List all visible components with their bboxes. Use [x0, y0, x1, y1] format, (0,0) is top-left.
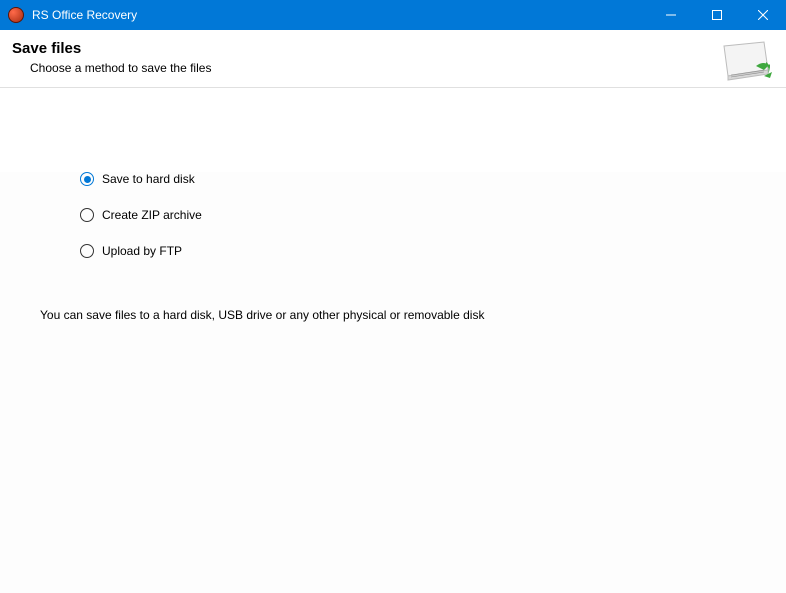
titlebar: RS Office Recovery: [0, 0, 786, 30]
app-title: RS Office Recovery: [32, 8, 137, 22]
page-subtitle: Choose a method to save the files: [30, 61, 774, 75]
wizard-header: Save files Choose a method to save the f…: [0, 30, 786, 87]
radio-create-zip[interactable]: Create ZIP archive: [80, 208, 774, 222]
option-description: You can save files to a hard disk, USB d…: [40, 308, 774, 322]
radio-icon: [80, 244, 94, 258]
radio-upload-ftp[interactable]: Upload by FTP: [80, 244, 774, 258]
radio-label: Upload by FTP: [102, 244, 182, 258]
header-separator: [0, 87, 786, 88]
radio-label: Create ZIP archive: [102, 208, 202, 222]
radio-label: Save to hard disk: [102, 172, 195, 186]
maximize-button[interactable]: [694, 0, 740, 30]
radio-icon: [80, 172, 94, 186]
radio-save-hard-disk[interactable]: Save to hard disk: [80, 172, 774, 186]
minimize-button[interactable]: [648, 0, 694, 30]
page-title: Save files: [12, 40, 774, 57]
save-options-group: Save to hard disk Create ZIP archive Upl…: [80, 172, 774, 258]
close-window-button[interactable]: [740, 0, 786, 30]
radio-icon: [80, 208, 94, 222]
app-icon: [8, 7, 24, 23]
hard-disk-icon: [720, 40, 772, 80]
wizard-content: Save to hard disk Create ZIP archive Upl…: [0, 172, 786, 593]
